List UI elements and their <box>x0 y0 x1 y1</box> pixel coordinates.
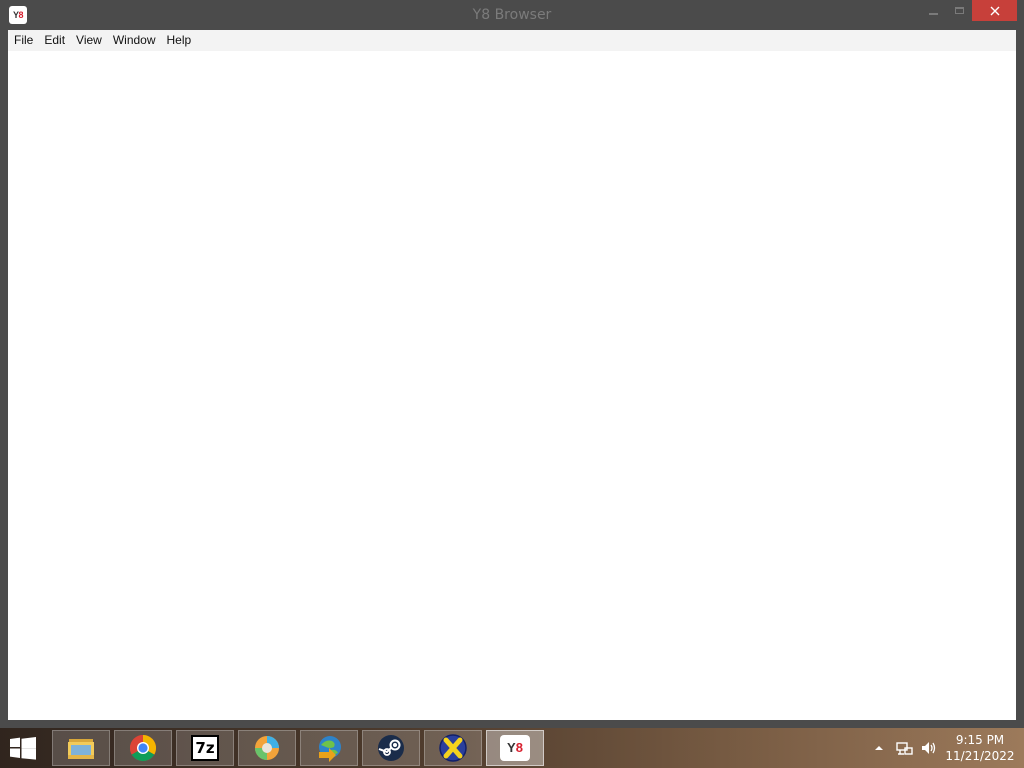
clock-time: 9:15 PM <box>955 733 1005 747</box>
browser-client-area: File Edit View Window Help <box>8 30 1016 720</box>
menu-edit[interactable]: Edit <box>39 30 70 51</box>
minimize-icon <box>928 12 938 15</box>
y8-icon-label: Y8 <box>507 740 523 755</box>
volume-tray-button[interactable] <box>920 728 940 768</box>
close-icon <box>990 6 999 15</box>
close-button[interactable] <box>972 0 1017 21</box>
y8-icon: Y8 <box>500 735 530 761</box>
network-icon <box>896 742 913 755</box>
taskbar: 7z Y8 9:15 PM 11/21/2022 <box>0 728 1024 768</box>
system-clock[interactable]: 9:15 PM 11/21/2022 <box>944 732 1016 764</box>
folder-icon <box>68 739 94 759</box>
menu-bar: File Edit View Window Help <box>8 30 1016 51</box>
taskbar-file-explorer[interactable] <box>52 730 110 766</box>
edge-icon <box>255 736 279 760</box>
menu-file[interactable]: File <box>9 30 38 51</box>
speaker-icon <box>922 742 936 754</box>
7z-icon: 7z <box>191 735 219 761</box>
chevron-up-icon <box>875 746 883 750</box>
menu-help[interactable]: Help <box>162 30 197 51</box>
idm-icon <box>319 736 341 762</box>
menu-view[interactable]: View <box>71 30 107 51</box>
clock-date: 11/21/2022 <box>945 749 1015 763</box>
maximize-button[interactable] <box>946 0 972 21</box>
menu-window[interactable]: Window <box>108 30 161 51</box>
chrome-icon <box>129 734 157 762</box>
taskbar-edge[interactable] <box>238 730 296 766</box>
minimize-button[interactable] <box>920 0 946 21</box>
steam-icon <box>378 735 404 761</box>
network-tray-button[interactable] <box>896 728 916 768</box>
windows-logo-icon <box>10 737 36 760</box>
taskbar-chrome[interactable] <box>114 730 172 766</box>
title-bar[interactable]: Y8 Y8 Browser <box>0 0 1024 30</box>
taskbar-xenia[interactable] <box>424 730 482 766</box>
app-window: Y8 Y8 Browser File Edit View Window Help <box>0 0 1024 728</box>
maximize-icon <box>954 7 964 14</box>
taskbar-steam[interactable] <box>362 730 420 766</box>
window-title: Y8 Browser <box>472 7 552 23</box>
start-button[interactable] <box>8 736 38 760</box>
taskbar-idm[interactable] <box>300 730 358 766</box>
x-icon <box>439 734 467 762</box>
taskbar-7zip[interactable]: 7z <box>176 730 234 766</box>
page-content[interactable] <box>8 51 1016 720</box>
taskbar-y8-browser[interactable]: Y8 <box>486 730 544 766</box>
show-hidden-icons-button[interactable] <box>874 728 888 768</box>
